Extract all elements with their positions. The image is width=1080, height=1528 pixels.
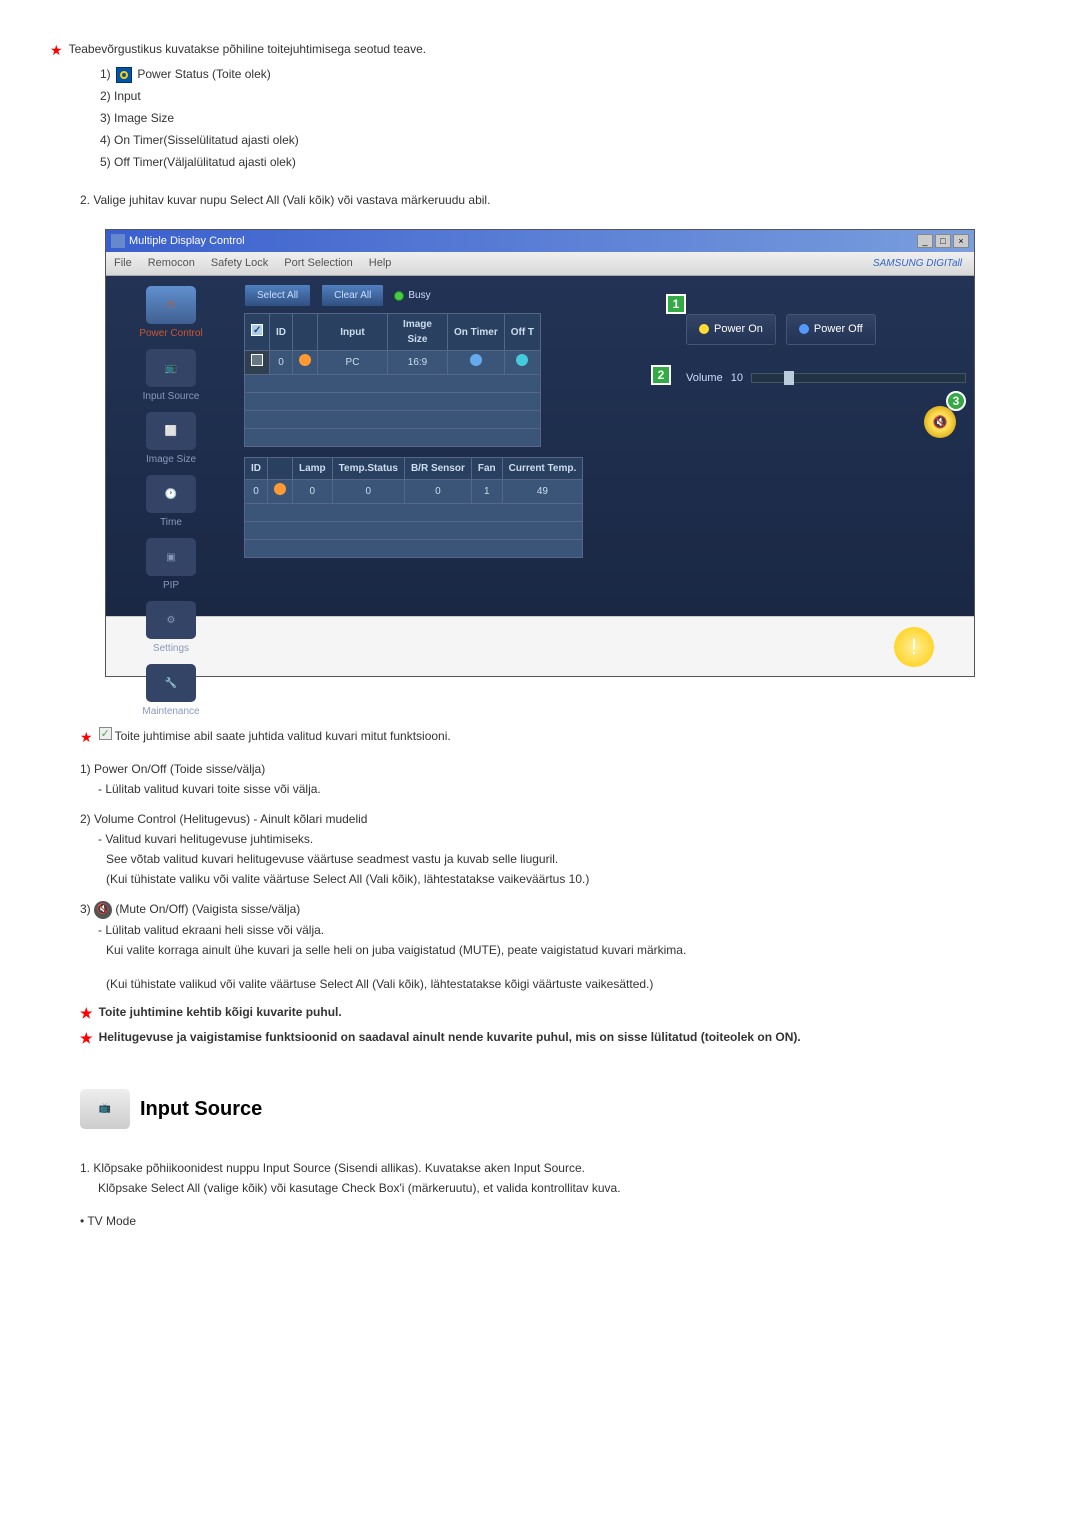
intro-sublist: 1) Power Status (Toite olek) 2) Input 3)… [100,65,1030,171]
menu-file[interactable]: File [114,255,132,272]
display-table: ID Input Image Size On Timer Off T 0 [244,313,541,447]
busy-indicator: Busy [394,288,430,303]
mute-speaker-icon: 🔇 [94,901,112,919]
status-table: ID Lamp Temp.Status B/R Sensor Fan Curre… [244,457,583,558]
window-title: Multiple Display Control [129,233,245,250]
section-input-source: 📺 Input Source [80,1089,1030,1129]
power-control-icon: ⏻ [146,286,196,324]
maintenance-icon: 🔧 [146,664,196,702]
sidebar-item-maintenance[interactable]: 🔧 Maintenance [111,664,231,719]
sidebar-item-time[interactable]: 🕐 Time [111,475,231,530]
off-timer-dot [516,354,528,366]
final-steps: 1. Klõpsake põhiikoonidest nuppu Input S… [80,1159,1030,1230]
minimize-button[interactable]: _ [917,234,933,248]
input-source-section-icon: 📺 [80,1089,130,1129]
star-icon: ★ [50,40,63,61]
clear-all-button[interactable]: Clear All [321,284,384,307]
header-checkbox[interactable] [251,324,263,336]
mute-button[interactable]: 🔇 [924,406,956,438]
on-timer-dot [470,354,482,366]
star-icon: ★ [80,1003,93,1024]
table-row[interactable]: 0 PC 16:9 [245,351,541,375]
desc-item-2: 2) Volume Control (Helitugevus) - Ainult… [80,810,1030,888]
sidebar-item-pip[interactable]: ▣ PIP [111,538,231,593]
info-grid-intro: ★ Teabevõrgustikus kuvatakse põhiline to… [50,40,1030,61]
status-header-icon [293,314,318,351]
volume-thumb[interactable] [784,371,794,385]
row-checkbox[interactable] [251,354,263,366]
volume-control: Volume 10 [686,370,966,387]
maximize-button[interactable]: □ [935,234,951,248]
footer-strip: ! [106,616,974,676]
callout-3: 3 [946,391,966,411]
table-row[interactable]: 0 0 0 0 1 49 [245,480,583,504]
settings-icon: ⚙ [146,601,196,639]
callout-1: 1 [666,294,686,314]
power-status-dot [299,354,311,366]
status-dot [274,483,286,495]
desc-item-3: 3) 🔇 (Mute On/Off) (Vaigista sisse/välja… [80,900,1030,993]
power-off-dot-icon [799,324,809,334]
power-status-icon [116,67,132,83]
menu-port-selection[interactable]: Port Selection [284,255,352,272]
sidebar-item-image-size[interactable]: ⬜ Image Size [111,412,231,467]
step-2: 2. Valige juhitav kuvar nupu Select All … [80,191,1030,209]
power-off-button[interactable]: Power Off [786,314,876,345]
star-icon: ★ [80,1028,93,1049]
menu-remocon[interactable]: Remocon [148,255,195,272]
menu-help[interactable]: Help [369,255,392,272]
power-on-button[interactable]: Power On [686,314,776,345]
input-source-icon: 📺 [146,349,196,387]
busy-dot-icon [394,291,404,301]
select-all-button[interactable]: Select All [244,284,311,307]
menu-safety-lock[interactable]: Safety Lock [211,255,268,272]
app-screenshot: Multiple Display Control _ □ × File Remo… [105,229,975,677]
desc-item-1: 1) Power On/Off (Toide sisse/välja) - Lü… [80,760,1030,798]
sidebar: ⏻ Power Control 📺 Input Source ⬜ Image S… [106,276,236,616]
image-size-icon: ⬜ [146,412,196,450]
warning-icon: ! [894,627,934,667]
close-button[interactable]: × [953,234,969,248]
volume-slider[interactable] [751,373,966,383]
callout-2: 2 [651,365,671,385]
control-intro: ★ Toite juhtimise abil saate juhtida val… [80,727,1030,748]
brand-label: SAMSUNG DIGITall [873,256,962,271]
main-area: Select All Clear All Busy ID [236,276,974,616]
sidebar-item-power-control[interactable]: ⏻ Power Control [111,286,231,341]
time-icon: 🕐 [146,475,196,513]
app-icon [111,234,125,248]
menubar: File Remocon Safety Lock Port Selection … [106,252,974,276]
note-1: ★ Toite juhtimine kehtib kõigi kuvarite … [80,1003,1030,1024]
window-titlebar: Multiple Display Control _ □ × [106,230,974,252]
sidebar-item-input-source[interactable]: 📺 Input Source [111,349,231,404]
pip-icon: ▣ [146,538,196,576]
checkbox-icon [99,727,112,740]
star-icon: ★ [80,727,93,748]
note-2: ★ Helitugevuse ja vaigistamise funktsioo… [80,1028,1030,1049]
sidebar-item-settings[interactable]: ⚙ Settings [111,601,231,656]
power-on-dot-icon [699,324,709,334]
